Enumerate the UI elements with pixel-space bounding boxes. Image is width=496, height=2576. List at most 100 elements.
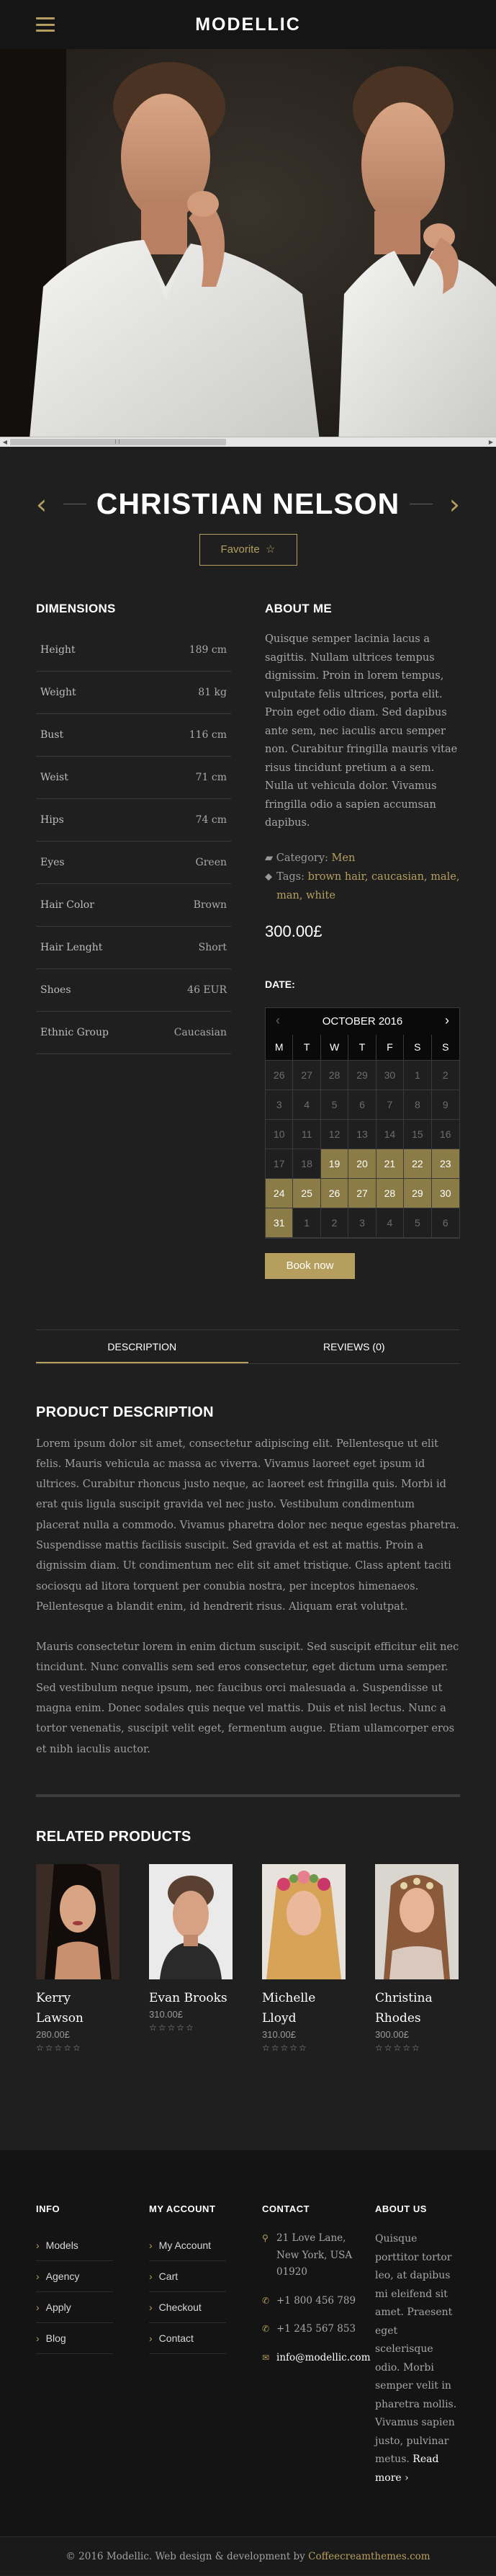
link-label[interactable]: Models (46, 2239, 78, 2251)
link-label[interactable]: Agency (46, 2270, 80, 2282)
dimension-label: Shoes (40, 984, 71, 996)
product-image[interactable] (149, 1863, 233, 1979)
calendar-day: 9 (431, 1090, 459, 1120)
favorite-label: Favorite (220, 543, 260, 556)
scroll-right-icon[interactable]: ▶ (487, 439, 495, 446)
product-name[interactable]: Christina Rhodes (375, 1988, 459, 2028)
tag-icon: ⬥ (265, 870, 273, 883)
contact-email[interactable]: ✉ info@modellic.com (262, 2350, 371, 2367)
weekday-header: W (320, 1034, 349, 1061)
footer-account-link[interactable]: › Contact (149, 2323, 226, 2354)
product-card[interactable]: Christina Rhodes 300.00£ ☆☆☆☆☆ (375, 1863, 459, 2053)
calendar-day-available[interactable]: 21 (376, 1149, 405, 1179)
scroll-left-icon[interactable]: ◀ (1, 439, 9, 446)
footer-account-title: MY ACCOUNT (149, 2203, 216, 2214)
chevron-right-icon: › (36, 2270, 40, 2282)
dimension-row: Hair Color Brown (36, 884, 231, 927)
product-price: 310.00£ (262, 2028, 296, 2040)
product-price: 280.00£ (36, 2028, 70, 2040)
calendar-day: 3 (348, 1208, 376, 1238)
hero-scrollbar[interactable]: ◀ ▶ (0, 437, 496, 447)
tab-description[interactable]: DESCRIPTION (36, 1330, 248, 1363)
calendar-month: OCTOBER 2016 (322, 1015, 403, 1028)
calendar-day: 12 (320, 1119, 349, 1149)
previous-model-icon[interactable]: ‹ (36, 491, 47, 518)
category-link[interactable]: Men (332, 852, 356, 864)
calendar-prev-icon[interactable]: ‹ (276, 1013, 280, 1028)
calendar-day-available[interactable]: 29 (404, 1178, 432, 1208)
calendar-day-available[interactable]: 30 (431, 1178, 459, 1208)
calendar-day: 4 (293, 1089, 321, 1120)
calendar-day-available[interactable]: 26 (320, 1178, 349, 1208)
model-name: CHRISTIAN NELSON (96, 486, 400, 520)
dimension-value: Caucasian (173, 1027, 227, 1038)
menu-icon[interactable] (36, 17, 55, 32)
calendar-next-icon[interactable]: › (445, 1013, 449, 1028)
dimension-row: Weight 81 kg (36, 672, 231, 714)
dimension-value: 116 cm (189, 729, 227, 741)
weekday-header: T (293, 1034, 321, 1061)
product-card[interactable]: Kerry Lawson 280.00£ ☆☆☆☆☆ (36, 1863, 120, 2053)
copyright-bar: © 2016 Modellic. Web design & developmen… (0, 2536, 496, 2575)
product-price: 300.00£ (265, 922, 323, 940)
link-label[interactable]: Blog (46, 2332, 66, 2344)
dimension-row: Hair Lenght Short (36, 927, 231, 969)
calendar-day: 11 (293, 1119, 321, 1149)
footer-account-link[interactable]: › Checkout (149, 2292, 226, 2323)
dimension-row: Weist 71 cm (36, 757, 231, 799)
product-card[interactable]: Michelle Lloyd 310.00£ ☆☆☆☆☆ (262, 1863, 346, 2053)
calendar-day: 1 (293, 1208, 321, 1238)
link-label[interactable]: My Account (159, 2239, 211, 2251)
calendar-day: 17 (266, 1149, 294, 1179)
footer-account-link[interactable]: › Cart (149, 2261, 226, 2292)
calendar-day-available[interactable]: 25 (293, 1178, 321, 1208)
footer-info-link[interactable]: › Agency (36, 2261, 113, 2292)
related-products: RELATED PRODUCTS Kerry Lawson 280.00£ ☆☆… (0, 1829, 496, 2053)
calendar-day-available[interactable]: 31 (266, 1208, 294, 1238)
product-price: 310.00£ (149, 2008, 183, 2020)
calendar-day-available[interactable]: 19 (320, 1149, 349, 1179)
tab-reviews[interactable]: REVIEWS (0) (248, 1330, 461, 1363)
dimension-value: Green (195, 857, 227, 868)
link-label[interactable]: Contact (159, 2332, 194, 2344)
phone-icon: ✆ (262, 2295, 270, 2306)
calendar-day: 16 (431, 1120, 459, 1149)
link-label[interactable]: Cart (159, 2270, 178, 2282)
product-image[interactable] (36, 1863, 120, 1979)
developer-link[interactable]: Coffeecreamthemes.com (308, 2551, 430, 2562)
footer-account-link[interactable]: › My Account (149, 2230, 226, 2261)
product-image[interactable] (375, 1863, 459, 1979)
book-now-button[interactable]: Book now (265, 1252, 355, 1279)
calendar-day-available[interactable]: 27 (348, 1178, 376, 1208)
calendar-day-available[interactable]: 23 (431, 1149, 459, 1179)
model-photo (0, 49, 496, 447)
booking-calendar: ‹ OCTOBER 2016 › M T W T F S S 26 27 28 29 30 1 2 3 4 5 6… (265, 1007, 460, 1239)
next-model-icon[interactable]: › (449, 491, 460, 518)
footer-account: MY ACCOUNT › My Account › Cart › Checkout › Con… (149, 2203, 262, 2487)
product-name[interactable]: Kerry Lawson (36, 1988, 120, 2028)
product-image[interactable] (262, 1863, 346, 1979)
calendar-day-available[interactable]: 24 (266, 1178, 294, 1208)
footer-info-link[interactable]: › Apply (36, 2292, 113, 2323)
site-logo[interactable]: MODELLIC (195, 14, 301, 35)
weekday-header: F (376, 1034, 405, 1061)
calendar-day: 18 (293, 1149, 321, 1179)
calendar-day: 15 (404, 1119, 432, 1149)
product-name[interactable]: Michelle Lloyd (262, 1988, 346, 2028)
contact-phone: ✆ +1 800 456 789 (262, 2293, 363, 2310)
link-label[interactable]: Apply (46, 2301, 71, 2313)
calendar-day-available[interactable]: 22 (404, 1149, 432, 1179)
calendar-day-available[interactable]: 28 (376, 1178, 405, 1208)
calendar-day: 7 (376, 1089, 405, 1120)
tags-links[interactable]: brown hair, caucasian, male, man, white (276, 871, 459, 901)
calendar-day-available[interactable]: 20 (348, 1149, 376, 1179)
footer-info-link[interactable]: › Models (36, 2230, 113, 2261)
dimension-label: Hair Color (40, 899, 94, 911)
link-label[interactable]: Checkout (159, 2301, 202, 2313)
calendar-day: 26 (266, 1060, 294, 1090)
chevron-right-icon: › (36, 2301, 40, 2313)
footer-info-link[interactable]: › Blog (36, 2323, 113, 2354)
product-name[interactable]: Evan Brooks (149, 1988, 233, 2008)
product-card[interactable]: Evan Brooks 310.00£ ☆☆☆☆☆ (149, 1863, 233, 2053)
hero-gallery: ◀ ▶ (0, 49, 496, 447)
